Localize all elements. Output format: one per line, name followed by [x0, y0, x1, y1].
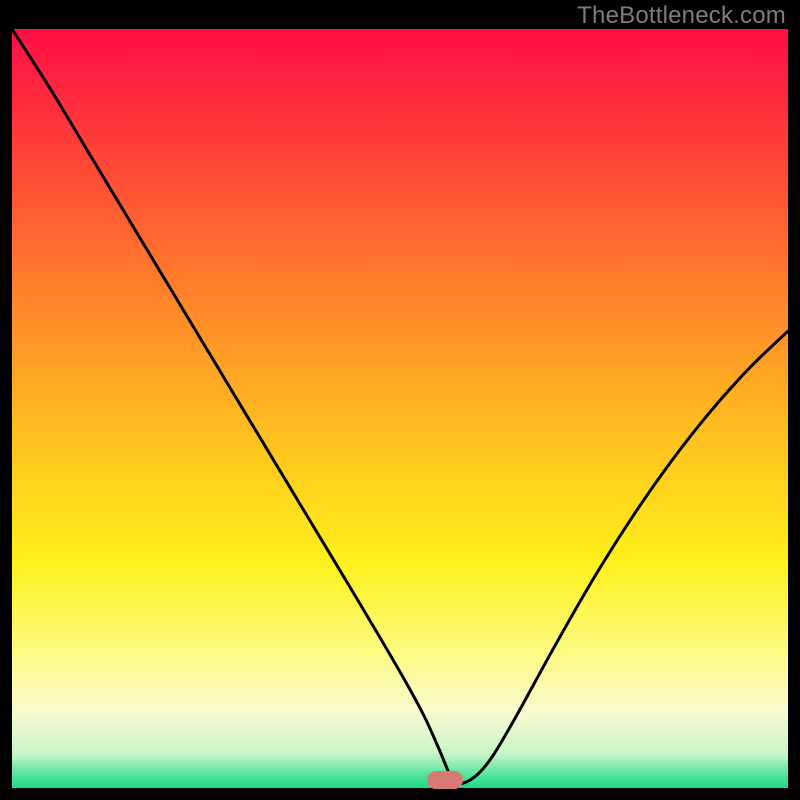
optimum-marker: [427, 771, 463, 789]
watermark-label: TheBottleneck.com: [577, 2, 786, 30]
chart-frame: [12, 29, 788, 788]
bottleneck-chart: [12, 29, 788, 788]
